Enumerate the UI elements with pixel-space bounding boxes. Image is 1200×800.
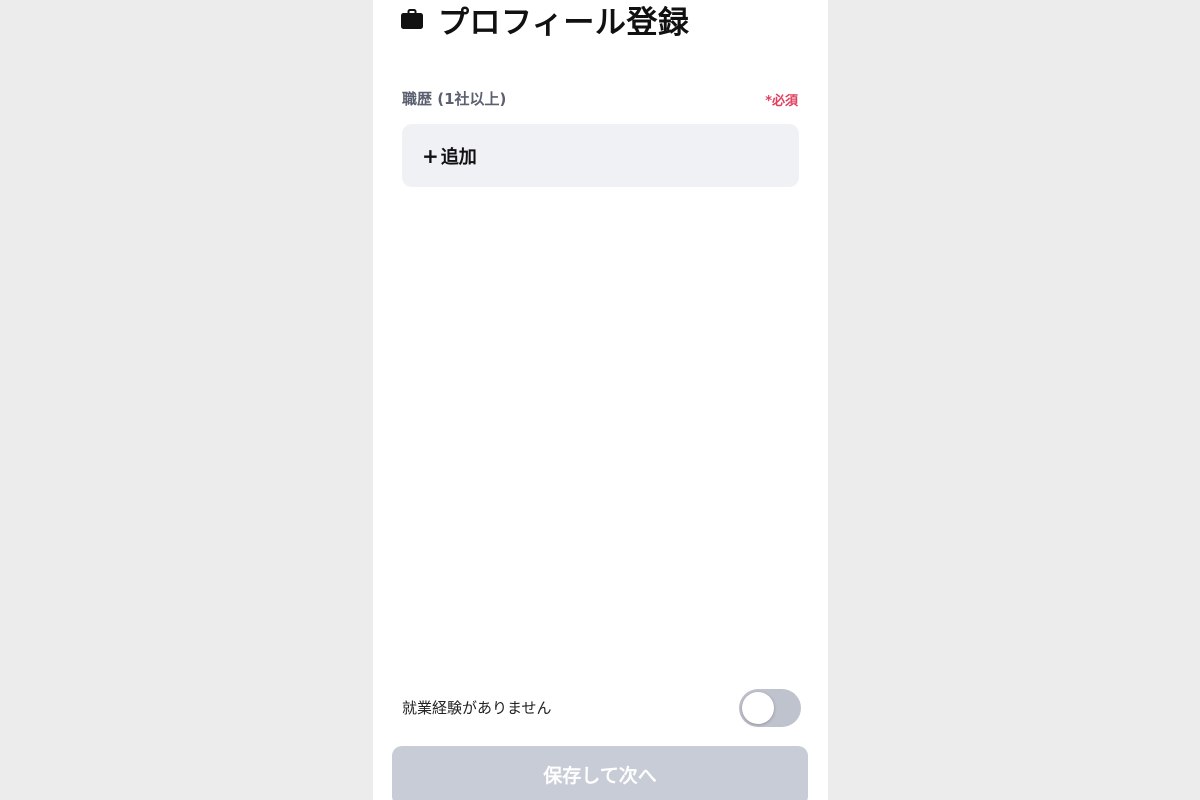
work-history-label: 職歴 (1社以上) — [402, 90, 507, 108]
page-title: プロフィール登録 — [438, 4, 690, 41]
profile-registration-screen: プロフィール登録 職歴 (1社以上) *必須 + 追加 就業経験がありません 保… — [373, 0, 828, 800]
save-and-next-button[interactable]: 保存して次へ — [392, 746, 808, 800]
no-experience-label: 就業経験がありません — [402, 699, 552, 717]
add-work-history-button[interactable]: + 追加 — [402, 124, 799, 187]
briefcase-icon — [401, 9, 423, 29]
no-experience-toggle[interactable] — [739, 689, 801, 727]
add-work-history-label: 追加 — [440, 146, 477, 168]
toggle-knob — [742, 692, 774, 724]
plus-icon: + — [422, 143, 439, 168]
required-badge: *必須 — [765, 94, 798, 109]
page-header: プロフィール登録 — [400, 0, 689, 41]
save-and-next-label: 保存して次へ — [543, 764, 657, 787]
